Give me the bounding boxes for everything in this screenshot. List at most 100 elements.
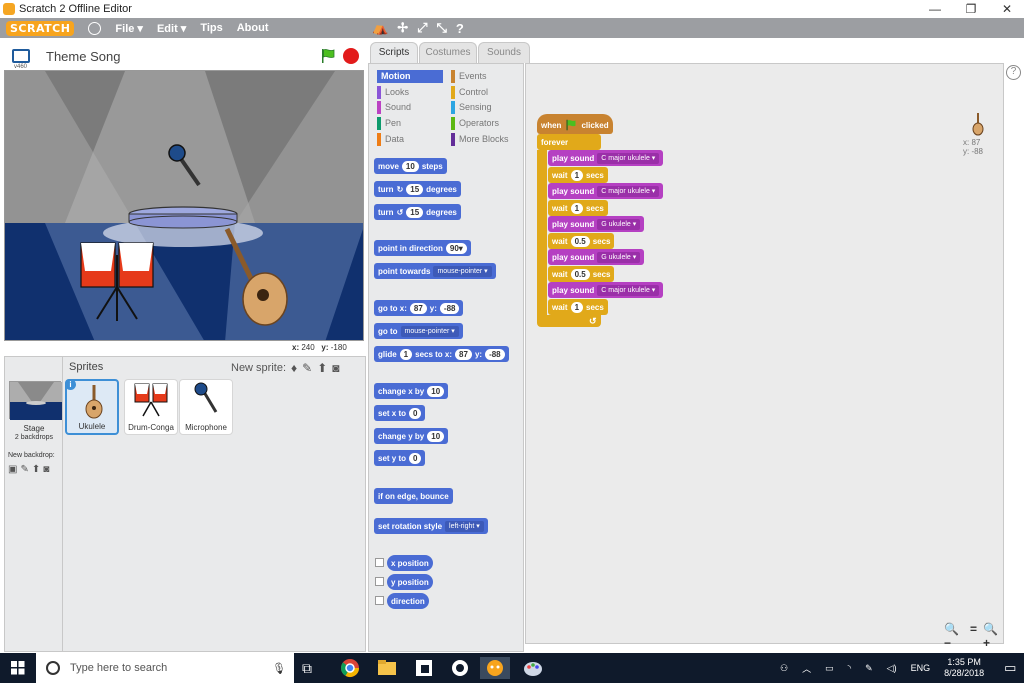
battery-icon[interactable]: ▭ <box>825 663 834 674</box>
block-wait[interactable]: wait 0.5 secs <box>548 266 615 282</box>
pen-icon[interactable]: ✎ <box>865 663 873 674</box>
sound-dropdown[interactable]: G ukulele ▾ <box>597 251 641 263</box>
category-sound[interactable]: Sound <box>377 101 443 114</box>
scratch-taskbar-icon[interactable] <box>480 657 510 679</box>
block-wait[interactable]: wait 1 secs <box>548 299 608 315</box>
direction-dropdown[interactable]: 90▾ <box>445 242 467 254</box>
green-flag-icon[interactable] <box>320 48 336 64</box>
chevron-up-icon[interactable]: ︿ <box>802 662 811 675</box>
sprite-tile-microphone[interactable]: Microphone <box>179 379 233 435</box>
block-glide[interactable]: glide 1 secs to x: 87 y: -88 <box>374 346 509 362</box>
block-change-x[interactable]: change x by 10 <box>374 383 449 399</box>
block-rotation-style[interactable]: set rotation style left-right ▾ <box>374 518 488 534</box>
zoom-reset-icon[interactable]: = <box>970 622 977 650</box>
block-point-in-direction[interactable]: point in direction 90▾ <box>374 240 471 256</box>
project-title[interactable]: Theme Song <box>46 49 120 64</box>
scripts-area[interactable]: when clicked forever ↺ x: 87 y: -88 🔍− =… <box>525 63 1004 650</box>
block-go-to[interactable]: go to mouse-pointer ▾ <box>374 323 463 339</box>
category-data[interactable]: Data <box>377 133 443 146</box>
sprite-library-icon[interactable]: ♦ <box>291 361 297 375</box>
stage-thumbnail[interactable] <box>9 381 62 420</box>
block-play-sound[interactable]: play sound C major ukulele ▾ <box>548 150 664 166</box>
go-to-dropdown[interactable]: mouse-pointer ▾ <box>400 325 459 337</box>
wifi-icon[interactable]: ◝ <box>848 663 852 674</box>
zoom-out-icon[interactable]: 🔍− <box>944 622 964 650</box>
block-wait[interactable]: wait 1 secs <box>548 167 608 183</box>
category-motion[interactable]: Motion <box>377 70 443 83</box>
block-when-flag-clicked[interactable]: when clicked <box>537 114 613 134</box>
fullscreen-icon[interactable] <box>12 49 30 63</box>
duplicate-stamp-icon[interactable]: ⛺ <box>372 20 388 36</box>
move-steps-input[interactable]: 10 <box>401 160 419 172</box>
language-globe-icon[interactable] <box>88 21 102 35</box>
block-play-sound[interactable]: play sound G ukulele ▾ <box>548 216 645 232</box>
turn-left-input[interactable]: 15 <box>406 206 424 218</box>
category-more-blocks[interactable]: More Blocks <box>451 133 517 146</box>
info-icon[interactable]: i <box>65 379 76 390</box>
block-wait[interactable]: wait 1 secs <box>548 200 608 216</box>
clock[interactable]: 1:35 PM 8/28/2018 <box>944 657 984 679</box>
x-position-checkbox[interactable] <box>375 558 384 567</box>
maximize-button[interactable]: ❐ <box>954 0 988 18</box>
upload-backdrop-icon[interactable]: ⬆ <box>32 464 40 475</box>
paint-icon[interactable] <box>522 657 544 679</box>
tab-scripts[interactable]: Scripts <box>370 42 418 63</box>
block-play-sound[interactable]: play sound G ukulele ▾ <box>548 249 645 265</box>
menu-edit[interactable]: Edit ▾ <box>157 22 186 35</box>
category-operators[interactable]: Operators <box>451 117 517 130</box>
block-go-to-xy[interactable]: go to x: 87 y: -88 <box>374 300 464 316</box>
chrome-icon[interactable] <box>339 657 361 679</box>
y-position-checkbox[interactable] <box>375 577 384 586</box>
wait-seconds-input[interactable]: 1 <box>570 301 584 313</box>
direction-checkbox[interactable] <box>375 596 384 605</box>
sound-dropdown[interactable]: C major ukulele ▾ <box>597 185 660 197</box>
minimize-button[interactable]: — <box>918 0 952 18</box>
block-help-icon[interactable]: ? <box>456 21 464 36</box>
category-events[interactable]: Events <box>451 70 517 83</box>
block-play-sound[interactable]: play sound C major ukulele ▾ <box>548 282 664 298</box>
sound-dropdown[interactable]: C major ukulele ▾ <box>597 284 660 296</box>
block-turn-left[interactable]: turn ↺ 15 degrees <box>374 204 461 220</box>
category-sensing[interactable]: Sensing <box>451 101 517 114</box>
block-bounce[interactable]: if on edge, bounce <box>374 488 453 504</box>
block-set-y[interactable]: set y to 0 <box>374 450 426 466</box>
block-turn-right[interactable]: turn ↻ 15 degrees <box>374 181 461 197</box>
block-play-sound[interactable]: play sound C major ukulele ▾ <box>548 183 664 199</box>
backdrop-library-icon[interactable]: ▣ <box>8 464 17 475</box>
delete-scissors-icon[interactable]: ✢ <box>397 20 408 36</box>
sprite-tile-ukulele[interactable]: i Ukulele <box>65 379 119 435</box>
people-icon[interactable]: ⚇ <box>780 663 788 674</box>
block-wait[interactable]: wait 0.5 secs <box>548 233 615 249</box>
app-icon[interactable] <box>449 657 471 679</box>
tab-sounds[interactable]: Sounds <box>478 42 530 63</box>
windows-start-icon[interactable] <box>0 661 36 675</box>
block-set-x[interactable]: set x to 0 <box>374 405 426 421</box>
shrink-icon[interactable]: ⤡ <box>437 20 447 36</box>
menu-file[interactable]: File ▾ <box>115 22 143 35</box>
taskbar-search[interactable]: Type here to search 🎙 <box>36 653 294 683</box>
wait-seconds-input[interactable]: 0.5 <box>570 235 590 247</box>
category-pen[interactable]: Pen <box>377 117 443 130</box>
upload-sprite-icon[interactable]: ⬆ <box>317 361 327 375</box>
stop-button[interactable] <box>343 48 359 64</box>
block-change-y[interactable]: change y by 10 <box>374 428 449 444</box>
block-move[interactable]: move 10 steps <box>374 158 447 174</box>
task-view-icon[interactable]: ⧉ <box>302 657 324 679</box>
wait-seconds-input[interactable]: 1 <box>570 169 584 181</box>
sound-dropdown[interactable]: C major ukulele ▾ <box>597 152 660 164</box>
camera-sprite-icon[interactable]: ◙ <box>332 361 339 375</box>
rotation-style-dropdown[interactable]: left-right ▾ <box>445 520 484 532</box>
paint-sprite-icon[interactable]: ✎ <box>302 361 312 375</box>
paint-backdrop-icon[interactable]: ✎ <box>20 464 28 475</box>
close-button[interactable]: ✕ <box>990 0 1024 18</box>
turn-right-input[interactable]: 15 <box>406 183 424 195</box>
reporter-x-position[interactable]: x position <box>387 555 433 571</box>
sound-dropdown[interactable]: G ukulele ▾ <box>597 218 641 230</box>
sticky-notes-icon[interactable] <box>413 657 435 679</box>
stage-canvas[interactable] <box>4 70 364 341</box>
menu-tips[interactable]: Tips <box>200 22 222 34</box>
towards-dropdown[interactable]: mouse-pointer ▾ <box>433 265 492 277</box>
menu-about[interactable]: About <box>237 22 269 34</box>
sprite-tile-drum-conga[interactable]: Drum-Conga <box>124 379 178 435</box>
language-indicator[interactable]: ENG <box>911 663 931 673</box>
